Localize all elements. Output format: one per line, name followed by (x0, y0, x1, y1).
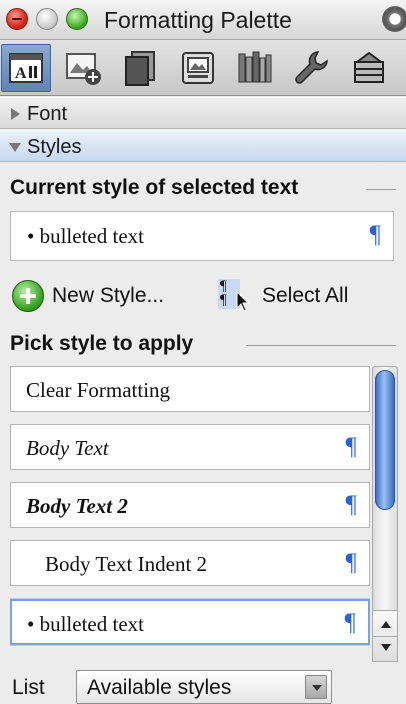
font-section-label: Font (27, 103, 68, 125)
paragraph-style-icon: ¶ (369, 221, 381, 248)
add-icon (12, 280, 44, 312)
new-style-button[interactable]: New Style... (12, 278, 164, 314)
close-icon (12, 18, 22, 20)
toolbox-tab[interactable] (344, 44, 394, 92)
paragraph-style-icon: ¶ (345, 491, 357, 518)
project-palette-tab[interactable] (287, 44, 337, 92)
palette-options-icon[interactable] (382, 6, 406, 32)
scroll-up-icon[interactable] (381, 621, 391, 628)
list-filter-label: List (12, 676, 45, 699)
scrollbar-thumb[interactable] (375, 370, 395, 510)
current-style-divider (366, 189, 396, 190)
disclosure-right-icon (11, 108, 20, 120)
close-window-button[interactable] (6, 8, 28, 30)
scroll-down-icon[interactable] (381, 644, 391, 651)
select-all-label: Select All (262, 284, 349, 307)
style-item-label: • bulleted text (27, 612, 144, 636)
pick-style-divider (246, 345, 396, 346)
dropdown-arrow-icon (305, 675, 327, 699)
style-list[interactable]: Clear Formatting Body Text ¶ Body Text 2… (10, 366, 370, 662)
scrapbook-icon (125, 51, 155, 86)
title-bar: Formatting Palette (0, 0, 406, 40)
list-filter-select[interactable]: Available styles (76, 670, 332, 704)
formatting-palette-tab[interactable]: A (1, 44, 51, 92)
pick-style-heading: Pick style to apply (10, 332, 194, 355)
style-item-body-text-indent-2[interactable]: Body Text Indent 2 ¶ (10, 540, 370, 586)
scrollbar-arrows (372, 610, 398, 662)
paragraph-style-icon: ¶ (344, 609, 356, 636)
font-section-header[interactable]: Font (0, 97, 406, 129)
style-item-bulleted-text[interactable]: • bulleted text ¶ (10, 599, 370, 645)
current-style-value: • bulleted text (27, 224, 144, 248)
style-item-label: Body Text Indent 2 (45, 552, 208, 576)
style-item-body-text[interactable]: Body Text ¶ (10, 424, 370, 470)
styles-section-header[interactable]: Styles (0, 130, 406, 162)
style-item-label: Clear Formatting (26, 378, 171, 402)
compatibility-report-tab[interactable] (230, 44, 280, 92)
disclosure-down-icon (9, 143, 21, 152)
svg-text:A: A (15, 65, 27, 82)
select-all-icon: ¶ ¶ (218, 279, 254, 313)
window-title: Formatting Palette (104, 7, 292, 33)
zoom-window-button[interactable] (66, 8, 88, 30)
minimize-window-button[interactable] (36, 8, 58, 30)
style-item-label: Body Text 2 (26, 494, 128, 518)
palette-toolbar: A (0, 40, 406, 96)
styles-section-label: Styles (27, 136, 82, 158)
paragraph-style-icon: ¶ (345, 433, 357, 460)
select-all-button[interactable]: ¶ ¶ Select All (218, 278, 348, 314)
paragraph-style-icon: ¶ (345, 549, 357, 576)
current-style-heading: Current style of selected text (10, 176, 299, 199)
object-palette-icon (66, 53, 101, 85)
style-item-body-text-2[interactable]: Body Text 2 ¶ (10, 482, 370, 528)
list-filter-value: Available styles (87, 676, 232, 699)
wrench-icon (295, 51, 328, 84)
current-style-box: • bulleted text ¶ (10, 211, 394, 261)
reference-tools-tab[interactable] (173, 44, 223, 92)
formatting-palette-icon: A (9, 53, 43, 83)
style-item-label: Body Text (26, 436, 109, 460)
object-palette-tab[interactable] (58, 44, 108, 92)
toolbox-icon (354, 51, 384, 83)
scrapbook-tab[interactable] (115, 44, 165, 92)
reference-tools-icon (182, 52, 214, 84)
compatibility-report-icon (238, 51, 272, 83)
new-style-label: New Style... (52, 284, 165, 307)
style-item-clear-formatting[interactable]: Clear Formatting (10, 366, 370, 412)
